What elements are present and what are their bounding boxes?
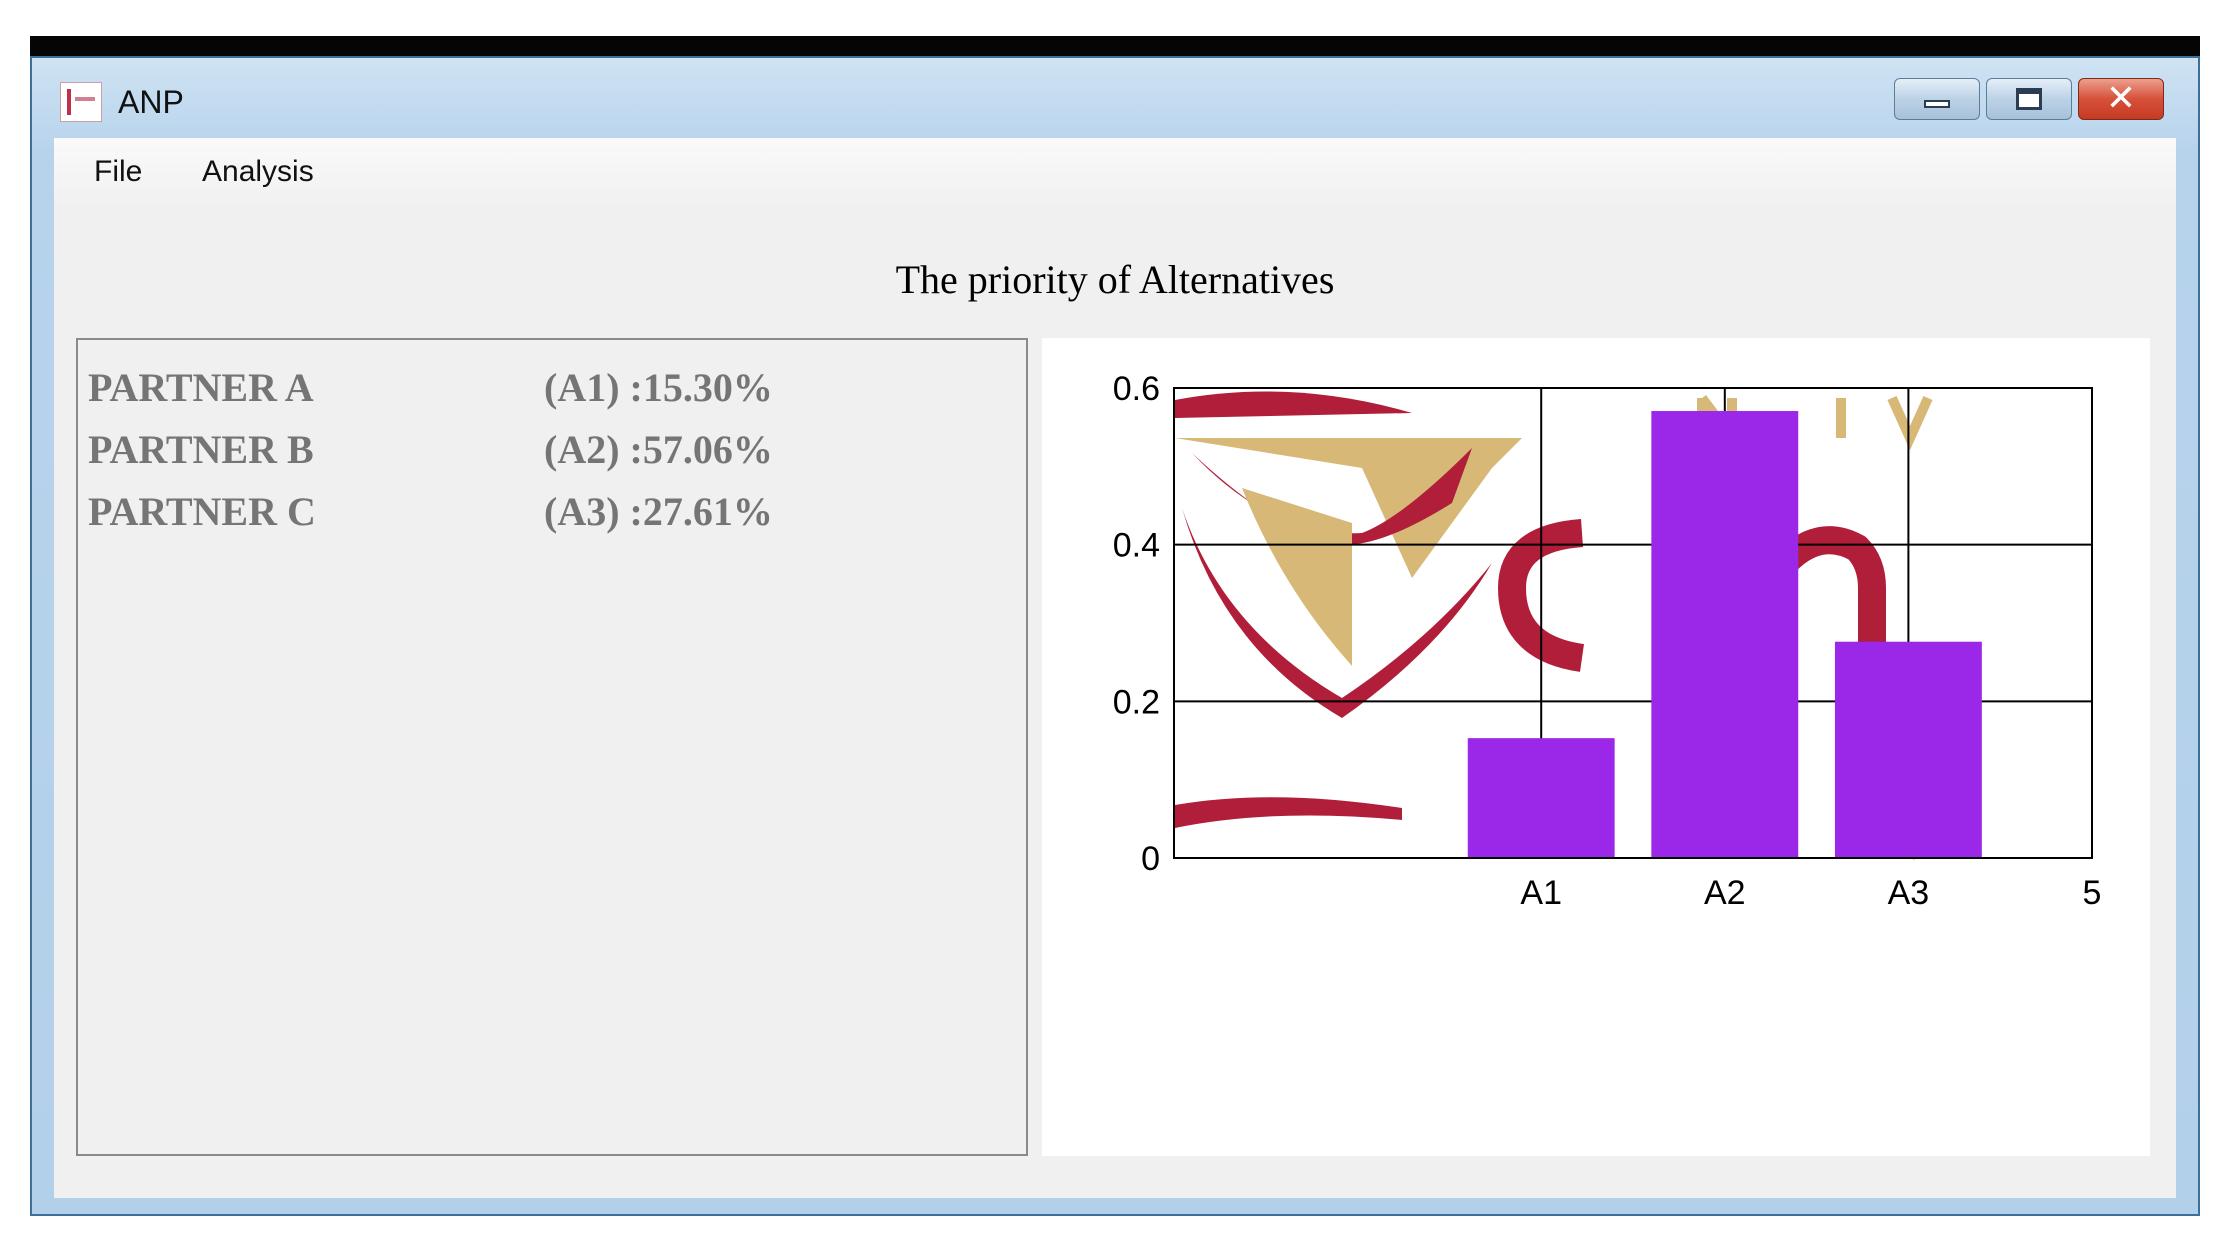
maximize-icon [2016, 88, 2042, 110]
logo-bottom-arc [1175, 797, 1402, 828]
logo-top-arc [1175, 391, 1412, 418]
minimize-button[interactable] [1894, 78, 1980, 120]
result-row: PARTNER A (A1) :15.30% [78, 358, 1026, 418]
result-name: PARTNER A [88, 365, 314, 410]
bar-a1 [1467, 738, 1615, 858]
result-value: (A1) :15.30% [544, 365, 773, 410]
client-area: File Analysis The priority of Alternativ… [54, 138, 2176, 1198]
bar-a2 [1651, 411, 1799, 858]
result-row: PARTNER C (A3) :27.61% [78, 482, 1026, 542]
menu-file[interactable]: File [94, 152, 142, 192]
result-value: (A3) :27.61% [544, 489, 773, 534]
results-textbox[interactable]: PARTNER A (A1) :15.30% PARTNER B (A2) :5… [76, 338, 1028, 1156]
window-title: ANP [118, 84, 184, 120]
close-icon: ✕ [2105, 78, 2137, 119]
title-bar[interactable]: ANP ✕ [32, 58, 2198, 138]
y-tick-label: 0.4 [1113, 527, 1160, 565]
close-button[interactable]: ✕ [2078, 78, 2164, 120]
result-name: PARTNER C [88, 489, 316, 534]
priority-chart-svg: 0 0.2 0.4 0.6 A1 A2 A3 5 [1113, 370, 2102, 912]
y-tick-label: 0.2 [1113, 683, 1160, 721]
menu-bar: File Analysis [54, 138, 2176, 204]
logo-letter-c [1497, 519, 1585, 672]
app-icon [60, 82, 102, 122]
y-tick-label: 0.6 [1113, 370, 1160, 408]
minimize-icon [1924, 100, 1950, 108]
x-tick-label: A1 [1520, 874, 1562, 912]
priority-chart: 0 0.2 0.4 0.6 A1 A2 A3 5 [1042, 338, 2150, 1156]
app-window: ANP ✕ File Analysis The priority of Alte… [30, 56, 2200, 1216]
x-tick-label: A3 [1888, 874, 1930, 912]
result-name: PARTNER B [88, 427, 314, 472]
bar-a3 [1834, 641, 1982, 858]
page-title: The priority of Alternatives [895, 257, 1335, 302]
menu-analysis[interactable]: Analysis [202, 152, 314, 192]
result-row: PARTNER B (A2) :57.06% [78, 420, 1026, 480]
x-tick-label: 5 [2083, 874, 2102, 912]
logo-letter-v [1887, 395, 1933, 451]
x-tick-label: A2 [1704, 874, 1746, 912]
result-value: (A2) :57.06% [544, 427, 773, 472]
logo-letter-i [1836, 398, 1846, 438]
y-tick-label: 0 [1141, 840, 1160, 878]
screen-top-strip [30, 36, 2200, 58]
maximize-button[interactable] [1986, 78, 2072, 120]
